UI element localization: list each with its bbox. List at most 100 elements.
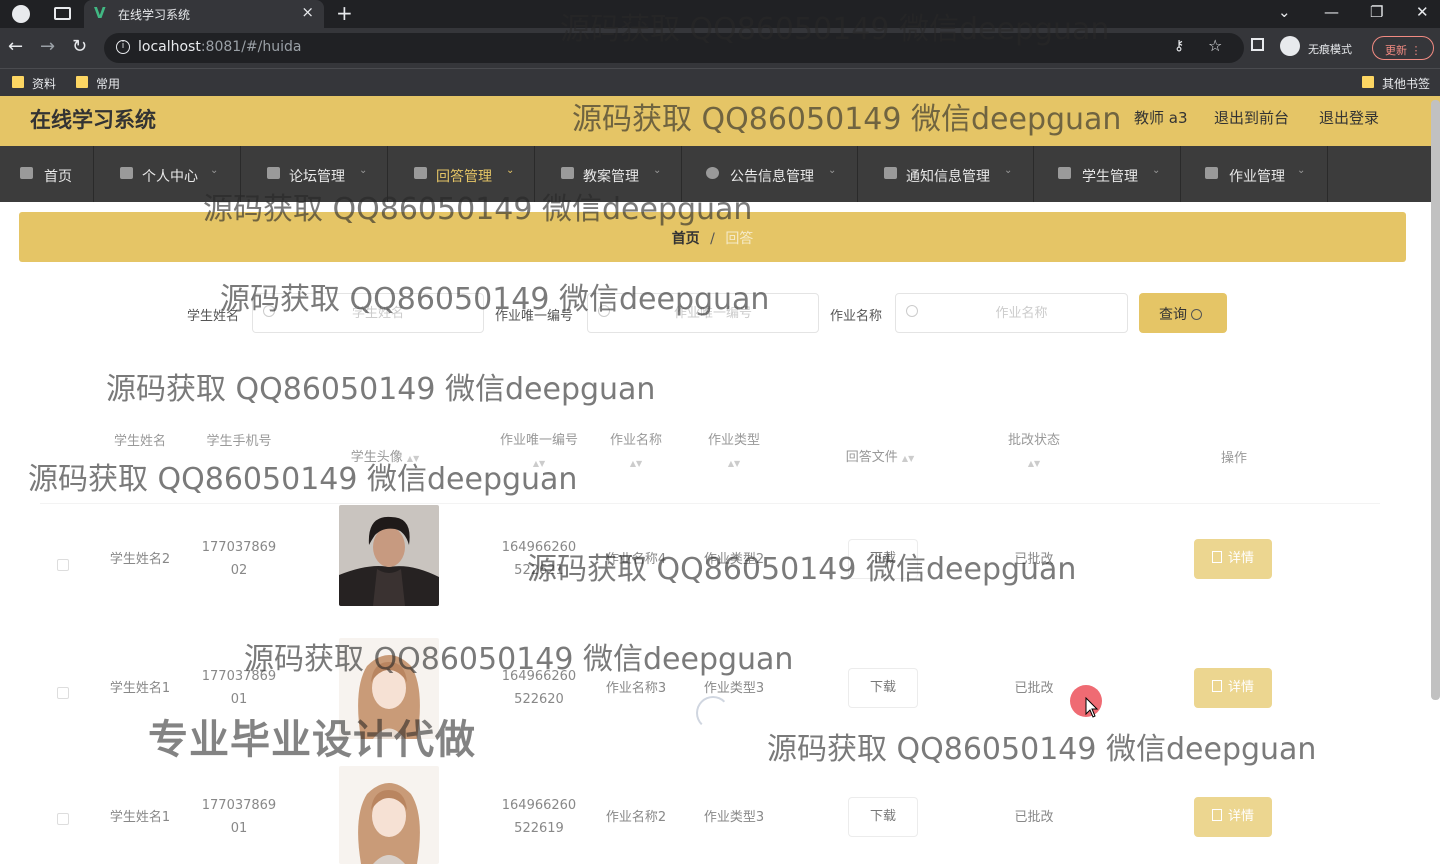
new-tab-icon[interactable]: +: [336, 1, 353, 25]
download-button[interactable]: 下载: [848, 797, 918, 837]
download-button[interactable]: 下载: [848, 668, 918, 708]
homework-name-input[interactable]: [895, 293, 1128, 333]
sort-icon: ▲▼: [629, 459, 643, 468]
cell-review-status: 已批改: [1014, 810, 1054, 825]
logout-link[interactable]: 退出登录: [1319, 107, 1379, 128]
table-row: 学生姓名2 177037869 02 164966260 522621 作业名称4 …: [40, 505, 1380, 635]
tab-close-icon[interactable]: ×: [301, 3, 314, 21]
chevron-down-icon: ⌄: [1004, 165, 1013, 176]
document-icon: [1211, 551, 1222, 563]
watermark: 源码获取 QQ86050149 微信deepguan: [106, 372, 656, 407]
query-button[interactable]: 查询: [1139, 293, 1227, 333]
bookmark-item[interactable]: 常用: [96, 75, 120, 92]
student-avatar: [339, 638, 439, 739]
cell-homework-name: 作业名称3: [605, 681, 667, 696]
incognito-icon: [1280, 36, 1300, 56]
update-button[interactable]: 更新 ⋮: [1372, 36, 1434, 60]
close-window-icon[interactable]: ✕: [1416, 3, 1429, 21]
cell-homework-id: 164966260 522621: [501, 540, 577, 578]
breadcrumb-separator: /: [710, 231, 715, 247]
row-checkbox[interactable]: [57, 687, 69, 699]
exit-to-front-link[interactable]: 退出到前台: [1214, 107, 1289, 128]
breadcrumb-home[interactable]: 首页: [672, 231, 700, 247]
student-name-field[interactable]: [283, 302, 473, 324]
nav-item-lesson-plans[interactable]: 教案管理 ⌄: [535, 146, 682, 202]
column-header-answer-file[interactable]: 回答文件 ▲▼: [820, 446, 940, 465]
side-panel-icon[interactable]: [1251, 38, 1264, 51]
column-header-homework-type[interactable]: 作业类型 ▲▼: [698, 430, 770, 475]
restore-icon[interactable]: ❐: [1370, 3, 1383, 21]
bookmark-item[interactable]: 资料: [32, 75, 56, 92]
browser-tab[interactable]: V 在线学习系统 ×: [84, 0, 324, 28]
sort-icon: ▲▼: [532, 459, 546, 468]
page-scrollbar[interactable]: [1431, 100, 1440, 700]
browser-profile-icon[interactable]: [12, 5, 30, 23]
table-row: 学生姓名1 177037869 01 164966260 522619 作业名称2 …: [40, 764, 1380, 864]
cell-student-phone: 177037869 01: [201, 669, 277, 707]
tab-title: 在线学习系统: [118, 8, 191, 22]
bookmark-star-icon[interactable]: ☆: [1208, 36, 1222, 55]
cell-student-name: 学生姓名1: [109, 681, 171, 696]
cell-student-phone: 177037869 02: [201, 540, 277, 578]
column-header-actions: 操作: [1220, 451, 1247, 466]
reload-icon[interactable]: ↻: [72, 36, 87, 57]
chevron-down-icon: ⌄: [359, 165, 368, 176]
tab-search-chevron-icon[interactable]: ⌄: [1278, 3, 1291, 21]
mail-icon: [1205, 167, 1218, 179]
detail-button[interactable]: 详情: [1194, 539, 1272, 579]
detail-button[interactable]: 详情: [1194, 668, 1272, 708]
detail-button[interactable]: 详情: [1194, 797, 1272, 837]
download-button[interactable]: 下载: [848, 539, 918, 579]
sort-icon: ▲▼: [1027, 459, 1041, 468]
chevron-down-icon: ⌄: [210, 165, 219, 176]
forward-icon[interactable]: →: [40, 36, 55, 57]
column-header-review-status[interactable]: 批改状态 ▲▼: [990, 430, 1078, 475]
cell-homework-type: 作业类型2: [703, 552, 765, 567]
nav-item-students[interactable]: 学生管理 ⌄: [1034, 146, 1181, 202]
lesson-icon: [561, 167, 574, 179]
search-icon: [598, 305, 610, 317]
homework-id-field[interactable]: [618, 302, 808, 324]
search-icon: [906, 305, 918, 317]
announcement-icon: [706, 167, 719, 179]
homework-id-label: 作业唯一编号: [495, 309, 574, 324]
minimize-icon[interactable]: —: [1324, 3, 1339, 21]
nav-item-notifications[interactable]: 通知信息管理 ⌄: [858, 146, 1034, 202]
password-key-icon[interactable]: ⚷: [1174, 38, 1184, 54]
homework-id-input[interactable]: [587, 293, 819, 333]
column-header-homework-id[interactable]: 作业唯一编号 ▲▼: [500, 430, 578, 475]
nav-item-homework[interactable]: 作业管理 ⌄: [1181, 146, 1328, 202]
loading-spinner-icon: [696, 696, 730, 730]
search-icon: [1191, 309, 1202, 320]
column-header-student-avatar[interactable]: 学生头像 ▲▼: [330, 446, 440, 465]
column-header-homework-name[interactable]: 作业名称 ▲▼: [600, 430, 672, 475]
other-bookmarks[interactable]: 其他书签: [1382, 75, 1430, 92]
nav-item-answers[interactable]: 回答管理 ⌄: [388, 146, 535, 202]
answers-table: 学生姓名 学生手机号 学生头像 ▲▼ 作业唯一编号 ▲▼ 作业名称 ▲▼ 作业类型…: [40, 415, 1380, 864]
chevron-down-icon: ⌄: [506, 165, 515, 176]
folder-icon: [1362, 76, 1374, 88]
breadcrumb: 首页 / 回答: [19, 212, 1406, 262]
row-checkbox[interactable]: [57, 813, 69, 825]
cell-student-name: 学生姓名1: [109, 810, 171, 825]
window-icon[interactable]: [54, 7, 71, 20]
student-name-label: 学生姓名: [187, 309, 240, 324]
homework-name-label: 作业名称: [830, 309, 883, 324]
nav-item-announcements[interactable]: 公告信息管理 ⌄: [682, 146, 858, 202]
user-icon: [414, 167, 427, 179]
site-info-icon[interactable]: i: [116, 40, 130, 54]
homework-name-field[interactable]: [926, 302, 1117, 324]
student-avatar: [339, 505, 439, 606]
back-icon[interactable]: ←: [8, 36, 23, 57]
row-checkbox[interactable]: [57, 559, 69, 571]
cell-homework-id: 164966260 522619: [501, 798, 577, 836]
address-bar[interactable]: i localhost:8081/#/huida ⚷ ☆: [104, 33, 1244, 63]
cell-homework-id: 164966260 522620: [501, 669, 577, 707]
nav-item-personal-center[interactable]: 个人中心 ⌄: [94, 146, 241, 202]
student-name-input[interactable]: [252, 293, 484, 333]
nav-item-home[interactable]: 首页: [0, 146, 94, 202]
cell-review-status: 已批改: [1014, 552, 1054, 567]
forum-icon: [267, 167, 280, 179]
cell-homework-name: 作业名称4: [605, 552, 667, 567]
nav-item-forum[interactable]: 论坛管理 ⌄: [241, 146, 388, 202]
